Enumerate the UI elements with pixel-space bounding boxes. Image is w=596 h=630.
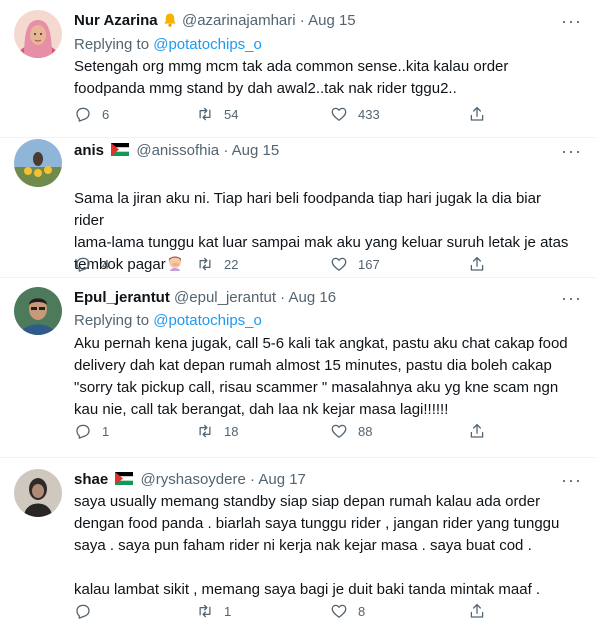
heart-icon [331, 604, 347, 618]
retweet-button[interactable]: 54 [196, 105, 238, 123]
like-count: 88 [358, 423, 373, 439]
tweet-text: saya usually memang standby siap siap de… [74, 493, 560, 598]
user-handle[interactable]: @ryshasoydere [141, 471, 246, 488]
user-handle[interactable]: @azarinajamhari [182, 12, 296, 29]
avatar[interactable] [14, 139, 62, 187]
share-button[interactable] [468, 602, 486, 620]
like-button[interactable]: 8 [330, 602, 365, 620]
replying-to-label: Replying to [74, 36, 150, 53]
tweet[interactable]: Nur Azarina @azarinajamhari · Aug 15 ···… [0, 0, 596, 137]
reply-button[interactable]: 1 [74, 422, 109, 440]
display-name[interactable]: Nur Azarina [74, 12, 158, 29]
retweet-count: 54 [224, 106, 239, 122]
retweet-icon [199, 604, 211, 618]
user-handle[interactable]: @epul_jerantut [174, 289, 276, 306]
retweet-button[interactable]: 1 [196, 602, 231, 620]
more-options-icon[interactable]: ··· [561, 142, 582, 160]
tweet-actions: 1 8 [74, 602, 494, 622]
like-count: 167 [358, 256, 380, 272]
more-options-icon[interactable]: ··· [561, 471, 582, 489]
share-icon [470, 106, 484, 121]
separator-dot: · [299, 12, 305, 29]
share-icon [470, 603, 484, 618]
reply-feed: Nur Azarina @azarinajamhari · Aug 15 ···… [0, 0, 596, 630]
separator-dot: · [223, 142, 229, 159]
tweet-date[interactable]: Aug 16 [289, 289, 337, 306]
tweet-header: Epul_jerantut @epul_jerantut · Aug 16 [74, 288, 336, 308]
share-icon [470, 256, 484, 271]
avatar[interactable] [14, 287, 62, 335]
tweet-date[interactable]: Aug 15 [232, 142, 280, 159]
replying-to-label: Replying to [74, 312, 150, 329]
tweet[interactable]: anis @anissofhia · Aug 15 ··· Sama la ji… [0, 137, 596, 277]
share-button[interactable] [468, 105, 486, 123]
share-icon [470, 423, 484, 438]
display-name[interactable]: Epul_jerantut [74, 289, 170, 306]
retweet-icon [199, 107, 211, 121]
like-button[interactable]: 433 [330, 105, 380, 123]
reply-icon [76, 424, 90, 439]
tweet-actions: 6 54 433 [74, 105, 494, 125]
avatar[interactable] [14, 10, 62, 58]
palestine-flag-icon [115, 471, 134, 485]
like-button[interactable]: 167 [330, 255, 380, 273]
retweet-icon [199, 257, 211, 271]
retweet-icon [199, 424, 211, 438]
separator-dot: · [250, 471, 255, 488]
reply-button[interactable]: 4 [74, 255, 109, 273]
more-options-icon[interactable]: ··· [561, 12, 582, 30]
tweet-header: shae @ryshasoydere · Aug 17 [74, 470, 306, 490]
like-count: 433 [358, 106, 380, 122]
heart-icon [331, 257, 347, 271]
tweet-date[interactable]: Aug 17 [258, 471, 306, 488]
reply-icon [76, 257, 90, 272]
tweet-actions: 4 22 167 [74, 255, 494, 275]
tweet-date[interactable]: Aug 15 [308, 12, 356, 29]
avatar[interactable] [14, 469, 62, 517]
replying-to: Replying to @potatochips_o [74, 35, 262, 55]
user-handle[interactable]: @anissofhia [136, 142, 219, 159]
reply-icon [76, 107, 90, 122]
tweet-text: Setengah org mmg mcm tak ada common sens… [74, 58, 509, 97]
reply-count: 6 [102, 106, 110, 122]
reply-icon [76, 604, 90, 619]
retweet-button[interactable]: 22 [196, 255, 238, 273]
reply-count: 1 [102, 423, 110, 439]
like-button[interactable]: 88 [330, 422, 372, 440]
reply-button[interactable]: 6 [74, 105, 109, 123]
bell-emoji-icon [162, 12, 178, 34]
tweet-header: anis @anissofhia · Aug 15 [74, 141, 279, 161]
heart-icon [331, 424, 347, 438]
more-options-icon[interactable]: ··· [561, 289, 582, 307]
share-button[interactable] [468, 255, 486, 273]
retweet-button[interactable]: 18 [196, 422, 238, 440]
tweet-actions: 1 18 88 [74, 422, 494, 442]
heart-icon [331, 107, 347, 121]
reply-count: 4 [102, 256, 110, 272]
replying-to-handle[interactable]: @potatochips_o [153, 36, 262, 53]
palestine-flag-icon [111, 142, 130, 156]
retweet-count: 18 [224, 423, 239, 439]
display-name[interactable]: shae [74, 471, 108, 488]
tweet-header: Nur Azarina @azarinajamhari · Aug 15 [74, 11, 356, 34]
tweet-text: Aku pernah kena jugak, call 5-6 kali tak… [74, 335, 568, 418]
reply-button[interactable] [74, 602, 102, 620]
share-button[interactable] [468, 422, 486, 440]
replying-to-handle[interactable]: @potatochips_o [153, 312, 262, 329]
display-name[interactable]: anis [74, 142, 104, 159]
retweet-count: 1 [224, 603, 232, 619]
separator-dot: · [280, 289, 286, 306]
tweet[interactable]: Epul_jerantut @epul_jerantut · Aug 16 ··… [0, 277, 596, 457]
retweet-count: 22 [224, 256, 239, 272]
like-count: 8 [358, 603, 366, 619]
tweet[interactable]: shae @ryshasoydere · Aug 17 ··· saya usu… [0, 457, 596, 630]
replying-to: Replying to @potatochips_o [74, 311, 262, 331]
